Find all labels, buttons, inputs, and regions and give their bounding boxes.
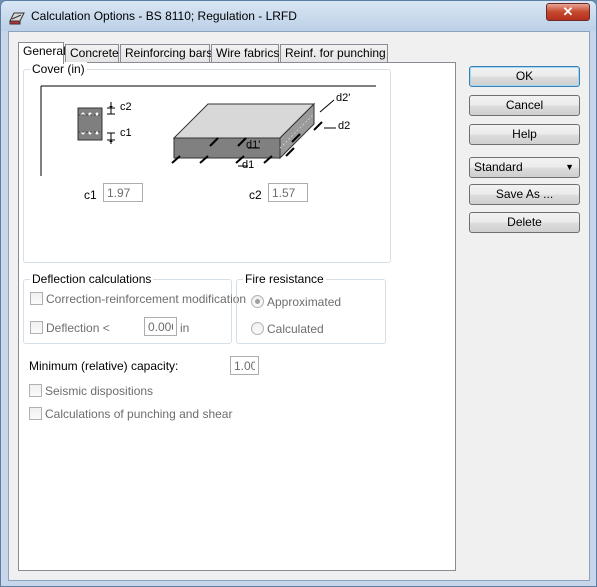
dialog-window: Calculation Options - BS 8110; Regulatio… [0, 0, 597, 587]
delete-button[interactable]: Delete [469, 212, 580, 233]
label-d1-prime: d1' [246, 139, 261, 151]
tab-concrete[interactable]: Concrete [65, 44, 119, 63]
preset-select[interactable]: Standard ▼ [469, 157, 580, 178]
calculated-radio[interactable] [251, 322, 264, 335]
deflection-legend: Deflection calculations [30, 272, 154, 286]
deflection-input[interactable] [144, 317, 177, 336]
label-d1: d1 [242, 159, 255, 171]
fire-resistance-group: Fire resistance Approximated Calculated [236, 272, 386, 344]
punching-shear-label: Calculations of punching and shear [45, 407, 233, 421]
seismic-checkbox[interactable] [29, 384, 42, 397]
deflection-group: Deflection calculations Correction-reinf… [23, 272, 246, 344]
preset-select-value: Standard [474, 160, 523, 174]
deflection-label: Deflection < [46, 321, 110, 335]
min-capacity-label: Minimum (relative) capacity: [29, 359, 179, 373]
c1-input[interactable] [103, 183, 143, 202]
deflection-unit: in [180, 321, 190, 335]
dialog-client: General Concrete Reinforcing bars Wire f… [8, 31, 590, 581]
ok-button[interactable]: OK [469, 66, 580, 87]
close-button[interactable]: ✕ [546, 3, 590, 21]
deflection-checkbox[interactable] [30, 321, 43, 334]
general-tab-panel: Cover (in) c2 c1 d2' d2 d1' d1 c1 1.97 c… [18, 62, 456, 571]
tab-general[interactable]: General [18, 42, 66, 64]
app-icon [9, 12, 25, 25]
label-c2-top: c2 [120, 101, 132, 113]
seismic-label: Seismic dispositions [45, 384, 154, 398]
cancel-button[interactable]: Cancel [469, 95, 580, 116]
chevron-down-icon: ▼ [565, 162, 574, 172]
calculated-label: Calculated [267, 322, 324, 336]
cover-group: Cover (in) c2 c1 d2' d2 d1' d1 c1 1.97 c… [23, 62, 391, 263]
min-capacity-input[interactable] [230, 356, 259, 375]
tab-wire-fabrics[interactable]: Wire fabrics [211, 44, 279, 63]
label-d2-prime: d2' [336, 92, 351, 104]
tab-reinf-for-punching[interactable]: Reinf. for punching [280, 44, 388, 63]
c2-label: c2 [249, 188, 262, 202]
approximated-label: Approximated [267, 295, 342, 309]
fire-resistance-legend: Fire resistance [243, 272, 326, 286]
c2-input[interactable] [268, 183, 308, 202]
close-icon: ✕ [562, 4, 574, 19]
punching-shear-checkbox[interactable] [29, 407, 42, 420]
tab-reinforcing-bars[interactable]: Reinforcing bars [120, 44, 212, 63]
correction-label: Correction-reinforcement modification [46, 292, 247, 306]
help-button[interactable]: Help [469, 124, 580, 145]
window-title: Calculation Options - BS 8110; Regulatio… [31, 9, 297, 23]
label-c1-top: c1 [120, 127, 132, 139]
approximated-radio[interactable] [251, 295, 264, 308]
correction-checkbox[interactable] [30, 292, 43, 305]
label-d2: d2 [338, 120, 351, 132]
c1-label: c1 [84, 188, 97, 202]
cover-diagram [40, 85, 376, 176]
save-as-button[interactable]: Save As ... [469, 184, 580, 205]
title-bar[interactable]: Calculation Options - BS 8110; Regulatio… [1, 1, 596, 31]
